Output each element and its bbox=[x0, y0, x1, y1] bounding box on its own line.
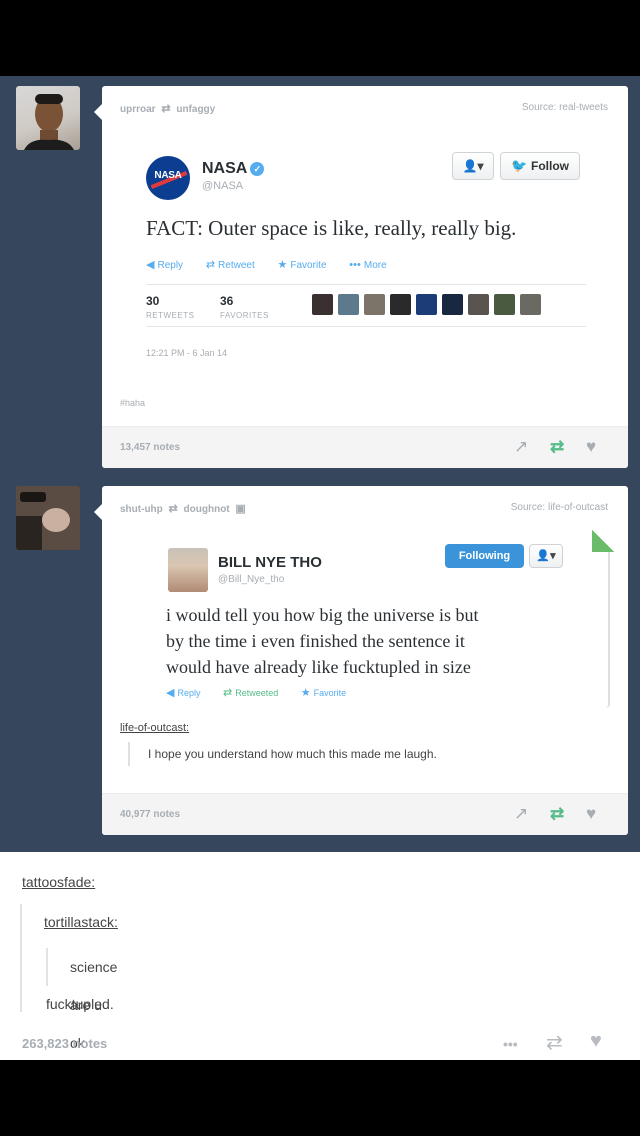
tweet-author-name[interactable]: NASA ✓ bbox=[202, 160, 265, 178]
post-source[interactable]: Source: life-of-outcast bbox=[511, 502, 608, 513]
like-heart-icon[interactable]: ♥ bbox=[586, 804, 596, 824]
favorite-count[interactable]: 36 FAVORITES bbox=[220, 294, 269, 320]
faver-avatar[interactable] bbox=[364, 294, 385, 315]
reblog-from-user[interactable]: shut-uhp bbox=[120, 504, 163, 515]
post-source[interactable]: Source: real-tweets bbox=[522, 102, 608, 113]
divider bbox=[146, 326, 586, 327]
reblog-icon[interactable]: ⇄ bbox=[550, 804, 564, 824]
retweet-action[interactable]: ⇄ Retweet bbox=[205, 259, 265, 271]
tweet-author-handle[interactable]: @Bill_Nye_tho bbox=[218, 574, 284, 585]
share-icon[interactable]: ↗ bbox=[514, 437, 528, 457]
embedded-tweet: NASA NASA ✓ @NASA 👤▾ 🐦 Follow FACT: Outer… bbox=[120, 130, 610, 390]
star-icon: ★ bbox=[277, 259, 288, 271]
retweet-action[interactable]: ⇄ Retweeted bbox=[223, 687, 288, 699]
twitter-bird-icon: 🐦 bbox=[511, 158, 528, 173]
post-footer: 13,457 notes ↗ ⇄ ♥ bbox=[102, 426, 628, 468]
user-actions-button[interactable]: 👤▾ bbox=[529, 544, 563, 568]
quote-body: I hope you understand how much this made… bbox=[128, 742, 437, 766]
retweet-icon: ⇄ bbox=[205, 259, 216, 271]
more-icon: ••• bbox=[349, 259, 361, 271]
reply-action[interactable]: ◀ Reply bbox=[146, 259, 193, 271]
post-header: uprroar ⇄ unfaggy Source: real-tweets bbox=[120, 102, 608, 118]
retweet-count[interactable]: 30 RETWEETS bbox=[146, 294, 194, 320]
tweet-author-name[interactable]: BILL NYE THO bbox=[218, 554, 322, 571]
square-badge-icon: ▣ bbox=[235, 503, 246, 515]
more-options-icon[interactable]: ••• bbox=[503, 1036, 518, 1052]
avatar-photo-icon bbox=[16, 486, 80, 550]
faver-avatar[interactable] bbox=[520, 294, 541, 315]
favorite-action[interactable]: ★ Favorite bbox=[300, 687, 356, 699]
tweet-actions: ◀ Reply ⇄ Retweet ★ Favorite ••• More bbox=[146, 258, 407, 271]
embedded-tweet: BILL NYE THO @Bill_Nye_tho Following 👤▾ … bbox=[148, 530, 614, 708]
thread-user-tortillastack[interactable]: tortillastack: bbox=[44, 914, 118, 930]
avatar[interactable] bbox=[16, 86, 80, 150]
more-action[interactable]: ••• More bbox=[349, 259, 396, 271]
tweet-author-photo[interactable] bbox=[168, 548, 208, 592]
following-button[interactable]: Following bbox=[445, 544, 524, 568]
reblog-to-user[interactable]: doughnot bbox=[184, 504, 230, 515]
notes-count[interactable]: 40,977 notes bbox=[120, 809, 180, 820]
post-header: shut-uhp ⇄ doughnot ▣ Source: life-of-ou… bbox=[120, 502, 608, 518]
reblog-to-user[interactable]: unfaggy bbox=[176, 104, 215, 115]
thread-user-tattoosfade[interactable]: tattoosfade: bbox=[22, 874, 95, 890]
notes-count[interactable]: 263,823 notes bbox=[22, 1036, 107, 1051]
dog-ear-corner-icon bbox=[592, 530, 614, 552]
reply-icon: ◀ bbox=[166, 687, 175, 699]
post-bill-nye: shut-uhp ⇄ doughnot ▣ Source: life-of-ou… bbox=[94, 486, 628, 835]
tweet-timestamp[interactable]: 12:21 PM - 6 Jan 14 bbox=[146, 348, 227, 358]
faver-avatar[interactable] bbox=[416, 294, 437, 315]
quote-author-link[interactable]: life-of-outcast: bbox=[120, 722, 189, 734]
tweet-author-handle[interactable]: @NASA bbox=[202, 180, 243, 192]
reblog-from-user[interactable]: uprroar bbox=[120, 104, 156, 115]
avatar-portrait-icon bbox=[24, 94, 74, 150]
faver-avatar[interactable] bbox=[390, 294, 411, 315]
like-heart-icon[interactable]: ♥ bbox=[586, 437, 596, 457]
tweet-text: FACT: Outer space is like, really, reall… bbox=[146, 216, 517, 240]
faver-avatar[interactable] bbox=[468, 294, 489, 315]
post-tag[interactable]: #haha bbox=[120, 398, 145, 408]
faver-avatar[interactable] bbox=[312, 294, 333, 315]
star-icon: ★ bbox=[300, 687, 311, 699]
user-actions-button[interactable]: 👤▾ bbox=[452, 152, 494, 180]
reblog-icon: ⇄ bbox=[168, 503, 178, 515]
thread-inner-quote: science are u ok bbox=[46, 948, 117, 1051]
faver-avatar[interactable] bbox=[338, 294, 359, 315]
post-text-thread: tattoosfade: tortillastack: science are … bbox=[0, 852, 640, 1060]
reply-icon: ◀ bbox=[146, 259, 155, 271]
thread-reply-text: fucktupled. bbox=[46, 996, 114, 1012]
reply-action[interactable]: ◀ Reply bbox=[166, 687, 210, 699]
reblog-icon: ⇄ bbox=[161, 103, 171, 115]
divider bbox=[146, 284, 586, 285]
faver-avatar[interactable] bbox=[442, 294, 463, 315]
reblog-icon[interactable]: ⇄ bbox=[550, 437, 564, 457]
faver-avatar[interactable] bbox=[494, 294, 515, 315]
tweet-text: i would tell you how big the universe is… bbox=[166, 605, 479, 677]
verified-badge-icon: ✓ bbox=[250, 162, 265, 176]
follow-button[interactable]: 🐦 Follow bbox=[500, 152, 580, 180]
thread-quote-block: tortillastack: science are u ok fucktupl… bbox=[20, 904, 118, 1051]
tweet-actions: ◀ Reply ⇄ Retweeted ★ Favorite bbox=[166, 686, 366, 699]
avatar[interactable] bbox=[16, 486, 80, 550]
nasa-logo: NASA bbox=[146, 156, 190, 200]
reblog-icon[interactable]: ⇄ bbox=[546, 1030, 563, 1055]
share-icon[interactable]: ↗ bbox=[514, 804, 528, 824]
retweet-icon: ⇄ bbox=[223, 687, 233, 699]
post-nasa: uprroar ⇄ unfaggy Source: real-tweets NA… bbox=[94, 86, 628, 468]
notes-count[interactable]: 13,457 notes bbox=[120, 442, 180, 453]
like-heart-icon[interactable]: ♥ bbox=[590, 1030, 602, 1053]
post-footer: 40,977 notes ↗ ⇄ ♥ bbox=[102, 793, 628, 835]
favorite-action[interactable]: ★ Favorite bbox=[277, 259, 337, 271]
